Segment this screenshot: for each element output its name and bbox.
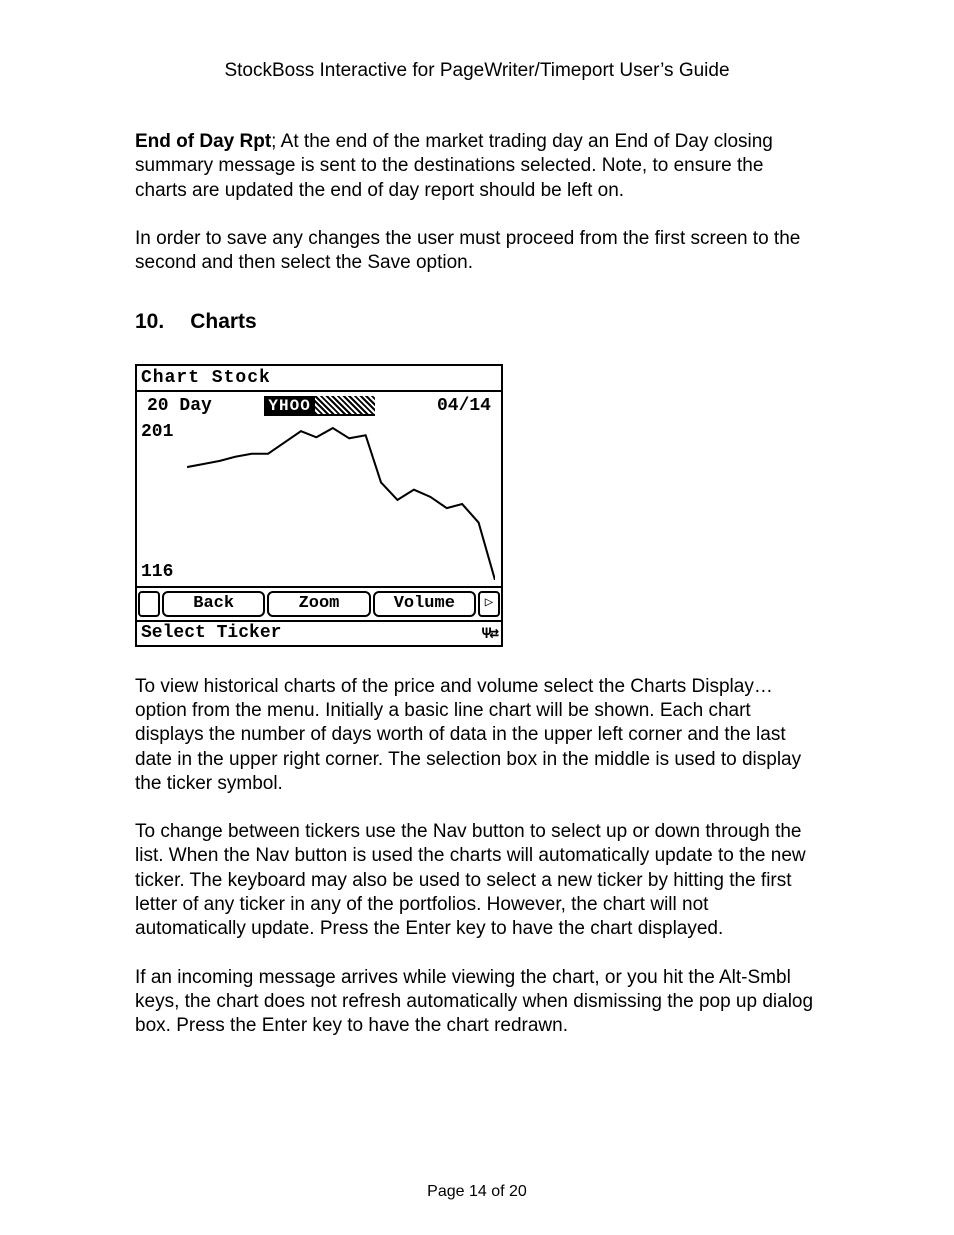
ticker-cursor — [315, 396, 375, 416]
paragraph-charts-intro: To view historical charts of the price a… — [135, 675, 819, 797]
signal-icon: Ψ⇄ — [482, 623, 497, 643]
days-label: 20 Day — [147, 396, 212, 416]
nav-right-button[interactable]: ▷ — [478, 591, 500, 617]
chart-date: 04/14 — [437, 396, 491, 416]
chart-area: 20 Day YHOO 04/14 201 116 — [135, 390, 503, 586]
ticker-input[interactable]: YHOO — [264, 396, 384, 416]
device-titlebar: Chart Stock — [135, 364, 503, 390]
section-number: 10. — [135, 310, 164, 334]
device-screenshot: Chart Stock 20 Day YHOO 04/14 201 116 Ba… — [135, 364, 503, 647]
ticker-value: YHOO — [264, 396, 314, 416]
status-text: Select Ticker — [141, 623, 281, 643]
device-statusbar: Select Ticker Ψ⇄ — [135, 620, 503, 647]
section-heading-charts: 10. Charts — [135, 310, 819, 334]
device-button-row: Back Zoom Volume ▷ — [135, 586, 503, 620]
paragraph-save-note: In order to save any changes the user mu… — [135, 227, 819, 276]
y-axis-min: 116 — [141, 562, 173, 582]
eod-label: End of Day Rpt — [135, 131, 271, 152]
paragraph-end-of-day: End of Day Rpt; At the end of the market… — [135, 130, 819, 203]
paragraph-refresh-note: If an incoming message arrives while vie… — [135, 966, 819, 1039]
section-title: Charts — [190, 310, 257, 333]
y-axis-max: 201 — [141, 422, 173, 442]
zoom-button[interactable]: Zoom — [267, 591, 370, 617]
page-footer: Page 14 of 20 — [0, 1183, 954, 1201]
price-line-chart — [187, 426, 495, 580]
paragraph-ticker-nav: To change between tickers use the Nav bu… — [135, 820, 819, 942]
back-button[interactable]: Back — [162, 591, 265, 617]
page-header: StockBoss Interactive for PageWriter/Tim… — [135, 60, 819, 82]
volume-button[interactable]: Volume — [373, 591, 476, 617]
nav-left-button[interactable] — [138, 591, 160, 617]
